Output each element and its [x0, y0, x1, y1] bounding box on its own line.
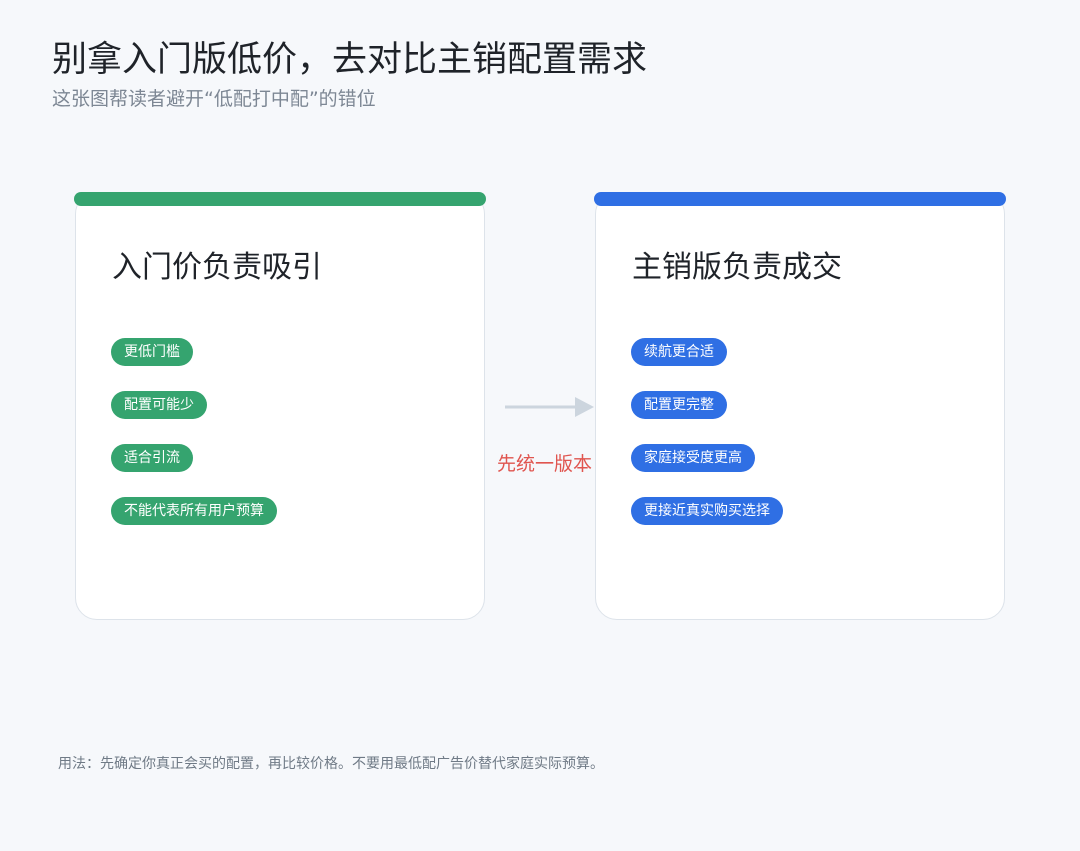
tag-chip: 不能代表所有用户预算 — [111, 497, 277, 525]
tag-chip: 配置可能少 — [111, 391, 207, 419]
card-accent-bar-blue — [594, 192, 1006, 206]
main-seller-card: 主销版负责成交 续航更合适 配置更完整 家庭接受度更高 更接近真实购买选择 — [595, 192, 1005, 620]
page-subtitle: 这张图帮读者避开“低配打中配”的错位 — [52, 88, 376, 110]
tag-chip: 家庭接受度更高 — [631, 444, 755, 472]
tag-chip: 更接近真实购买选择 — [631, 497, 783, 525]
usage-note: 用法：先确定你真正会买的配置，再比较价格。不要用最低配广告价替代家庭实际预算。 — [58, 756, 604, 772]
entry-price-card: 入门价负责吸引 更低门槛 配置可能少 适合引流 不能代表所有用户预算 — [75, 192, 485, 620]
connector-label: 先统一版本 — [497, 453, 593, 475]
tag-chip: 更低门槛 — [111, 338, 193, 366]
tag-chip: 续航更合适 — [631, 338, 727, 366]
entry-tag-list: 更低门槛 配置可能少 适合引流 不能代表所有用户预算 — [111, 338, 277, 550]
card-title-entry: 入门价负责吸引 — [112, 250, 322, 285]
main-tag-list: 续航更合适 配置更完整 家庭接受度更高 更接近真实购买选择 — [631, 338, 783, 550]
card-title-main: 主销版负责成交 — [632, 250, 842, 285]
card-accent-bar-green — [74, 192, 486, 206]
arrow-right-icon — [505, 397, 594, 417]
tag-chip: 配置更完整 — [631, 391, 727, 419]
tag-chip: 适合引流 — [111, 444, 193, 472]
page-title: 别拿入门版低价，去对比主销配置需求 — [52, 40, 648, 80]
